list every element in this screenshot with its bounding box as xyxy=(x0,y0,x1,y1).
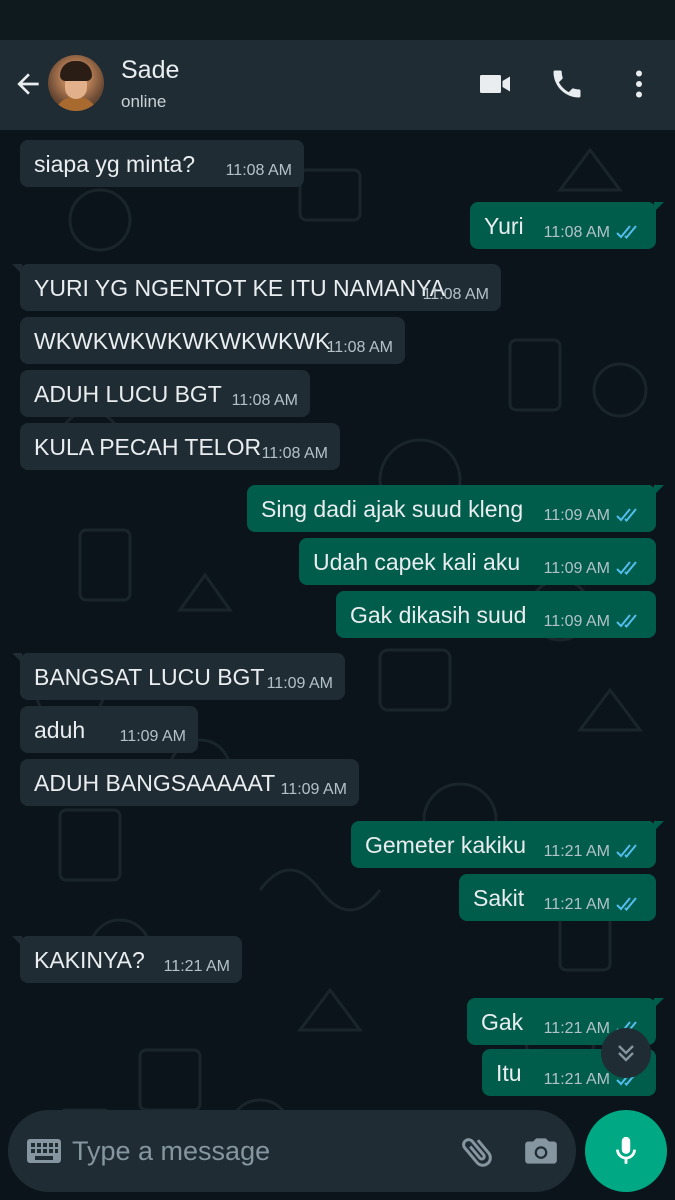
bubble-tail xyxy=(654,485,664,495)
message-time: 11:21 AM xyxy=(163,958,230,975)
message-time: 11:21 AM xyxy=(543,843,610,860)
incoming-message[interactable]: YURI YG NGENTOT KE ITU NAMANYA 11:08 AM xyxy=(12,264,501,311)
double-chevron-down-icon xyxy=(618,1045,634,1062)
mic-button[interactable] xyxy=(585,1110,667,1192)
message-time: 11:08 AM xyxy=(231,392,298,409)
contact-status: online xyxy=(121,92,167,111)
camera-icon[interactable] xyxy=(522,1132,560,1170)
outgoing-message[interactable]: Yuri 11:08 AM xyxy=(470,202,664,249)
message-time: 11:09 AM xyxy=(280,781,347,798)
message-text: ADUH BANGSAAAAAT xyxy=(34,770,276,796)
incoming-message[interactable]: aduh 11:09 AM xyxy=(20,706,198,753)
contact-name[interactable]: Sade xyxy=(121,56,179,85)
message-time: 11:09 AM xyxy=(543,613,610,630)
message-text: KAKINYA? xyxy=(34,947,145,973)
incoming-message[interactable]: KAKINYA? 11:21 AM xyxy=(12,936,242,983)
message-text: Sakit xyxy=(473,885,525,911)
message-text: ADUH LUCU BGT xyxy=(34,381,222,407)
voice-call-icon[interactable] xyxy=(549,66,585,102)
bubble-tail xyxy=(12,936,22,946)
read-receipt-icon xyxy=(616,897,637,911)
message-text: Gak dikasih suud xyxy=(350,602,527,628)
outgoing-message[interactable]: Gemeter kakiku 11:21 AM xyxy=(351,821,664,868)
message-text: WKWKWKWKWKWKWKWK xyxy=(34,328,331,354)
message-text: Sing dadi ajak suud kleng xyxy=(261,496,524,522)
read-receipt-icon xyxy=(616,844,637,858)
attach-icon[interactable] xyxy=(458,1132,498,1172)
message-text: Gemeter kakiku xyxy=(365,832,527,858)
incoming-message[interactable]: siapa yg minta? 11:08 AM xyxy=(20,140,304,187)
read-receipt-icon xyxy=(616,225,637,239)
read-receipt-icon xyxy=(616,508,637,522)
message-time: 11:08 AM xyxy=(261,445,328,462)
message-time: 11:09 AM xyxy=(543,560,610,577)
message-text: Yuri xyxy=(484,213,524,239)
status-bar xyxy=(0,0,675,40)
more-options-icon[interactable] xyxy=(621,66,657,102)
message-text: Gak xyxy=(481,1009,524,1035)
mic-icon xyxy=(616,1136,636,1164)
outgoing-message[interactable]: Sing dadi ajak suud kleng 11:09 AM xyxy=(247,485,664,532)
message-time: 11:08 AM xyxy=(543,224,610,241)
message-input[interactable]: Type a message xyxy=(72,1136,270,1167)
message-text: Itu xyxy=(496,1060,522,1086)
avatar[interactable] xyxy=(48,55,104,111)
incoming-message[interactable]: ADUH BANGSAAAAAT 11:09 AM xyxy=(20,759,359,806)
bubble-tail xyxy=(654,821,664,831)
read-receipt-icon xyxy=(616,614,637,628)
message-text: siapa yg minta? xyxy=(34,151,196,177)
incoming-message[interactable]: KULA PECAH TELOR 11:08 AM xyxy=(20,423,340,470)
message-time: 11:09 AM xyxy=(266,675,333,692)
bubble-tail xyxy=(12,653,22,663)
message-time: 11:08 AM xyxy=(326,339,393,356)
back-arrow-icon[interactable] xyxy=(12,68,44,100)
message-text: KULA PECAH TELOR xyxy=(34,434,262,460)
message-text: aduh xyxy=(34,717,86,743)
scroll-to-bottom-button[interactable] xyxy=(601,1028,651,1078)
bubble-tail xyxy=(12,264,22,274)
outgoing-message[interactable]: Gak dikasih suud 11:09 AM xyxy=(336,591,656,638)
incoming-message[interactable]: ADUH LUCU BGT 11:08 AM xyxy=(20,370,310,417)
message-time: 11:08 AM xyxy=(422,286,489,303)
message-time: 11:09 AM xyxy=(543,507,610,524)
bubble-tail xyxy=(654,202,664,212)
message-time: 11:08 AM xyxy=(225,162,292,179)
message-text: YURI YG NGENTOT KE ITU NAMANYA xyxy=(34,275,446,301)
message-time: 11:21 AM xyxy=(543,896,610,913)
video-call-icon[interactable] xyxy=(477,66,513,102)
message-text: BANGSAT LUCU BGT xyxy=(34,664,265,690)
incoming-message[interactable]: WKWKWKWKWKWKWKWK 11:08 AM xyxy=(20,317,405,364)
incoming-message[interactable]: BANGSAT LUCU BGT 11:09 AM xyxy=(12,653,345,700)
chat-header: Sade online xyxy=(0,40,675,130)
keyboard-icon[interactable] xyxy=(26,1138,62,1164)
outgoing-message[interactable]: Udah capek kali aku 11:09 AM xyxy=(299,538,656,585)
message-time: 11:21 AM xyxy=(543,1020,610,1037)
message-text: Udah capek kali aku xyxy=(313,549,521,575)
bubble-tail xyxy=(654,998,664,1008)
outgoing-message[interactable]: Sakit 11:21 AM xyxy=(459,874,656,921)
message-composer: Type a message xyxy=(8,1110,576,1192)
read-receipt-icon xyxy=(616,561,637,575)
message-time: 11:21 AM xyxy=(543,1071,610,1088)
message-time: 11:09 AM xyxy=(119,728,186,745)
